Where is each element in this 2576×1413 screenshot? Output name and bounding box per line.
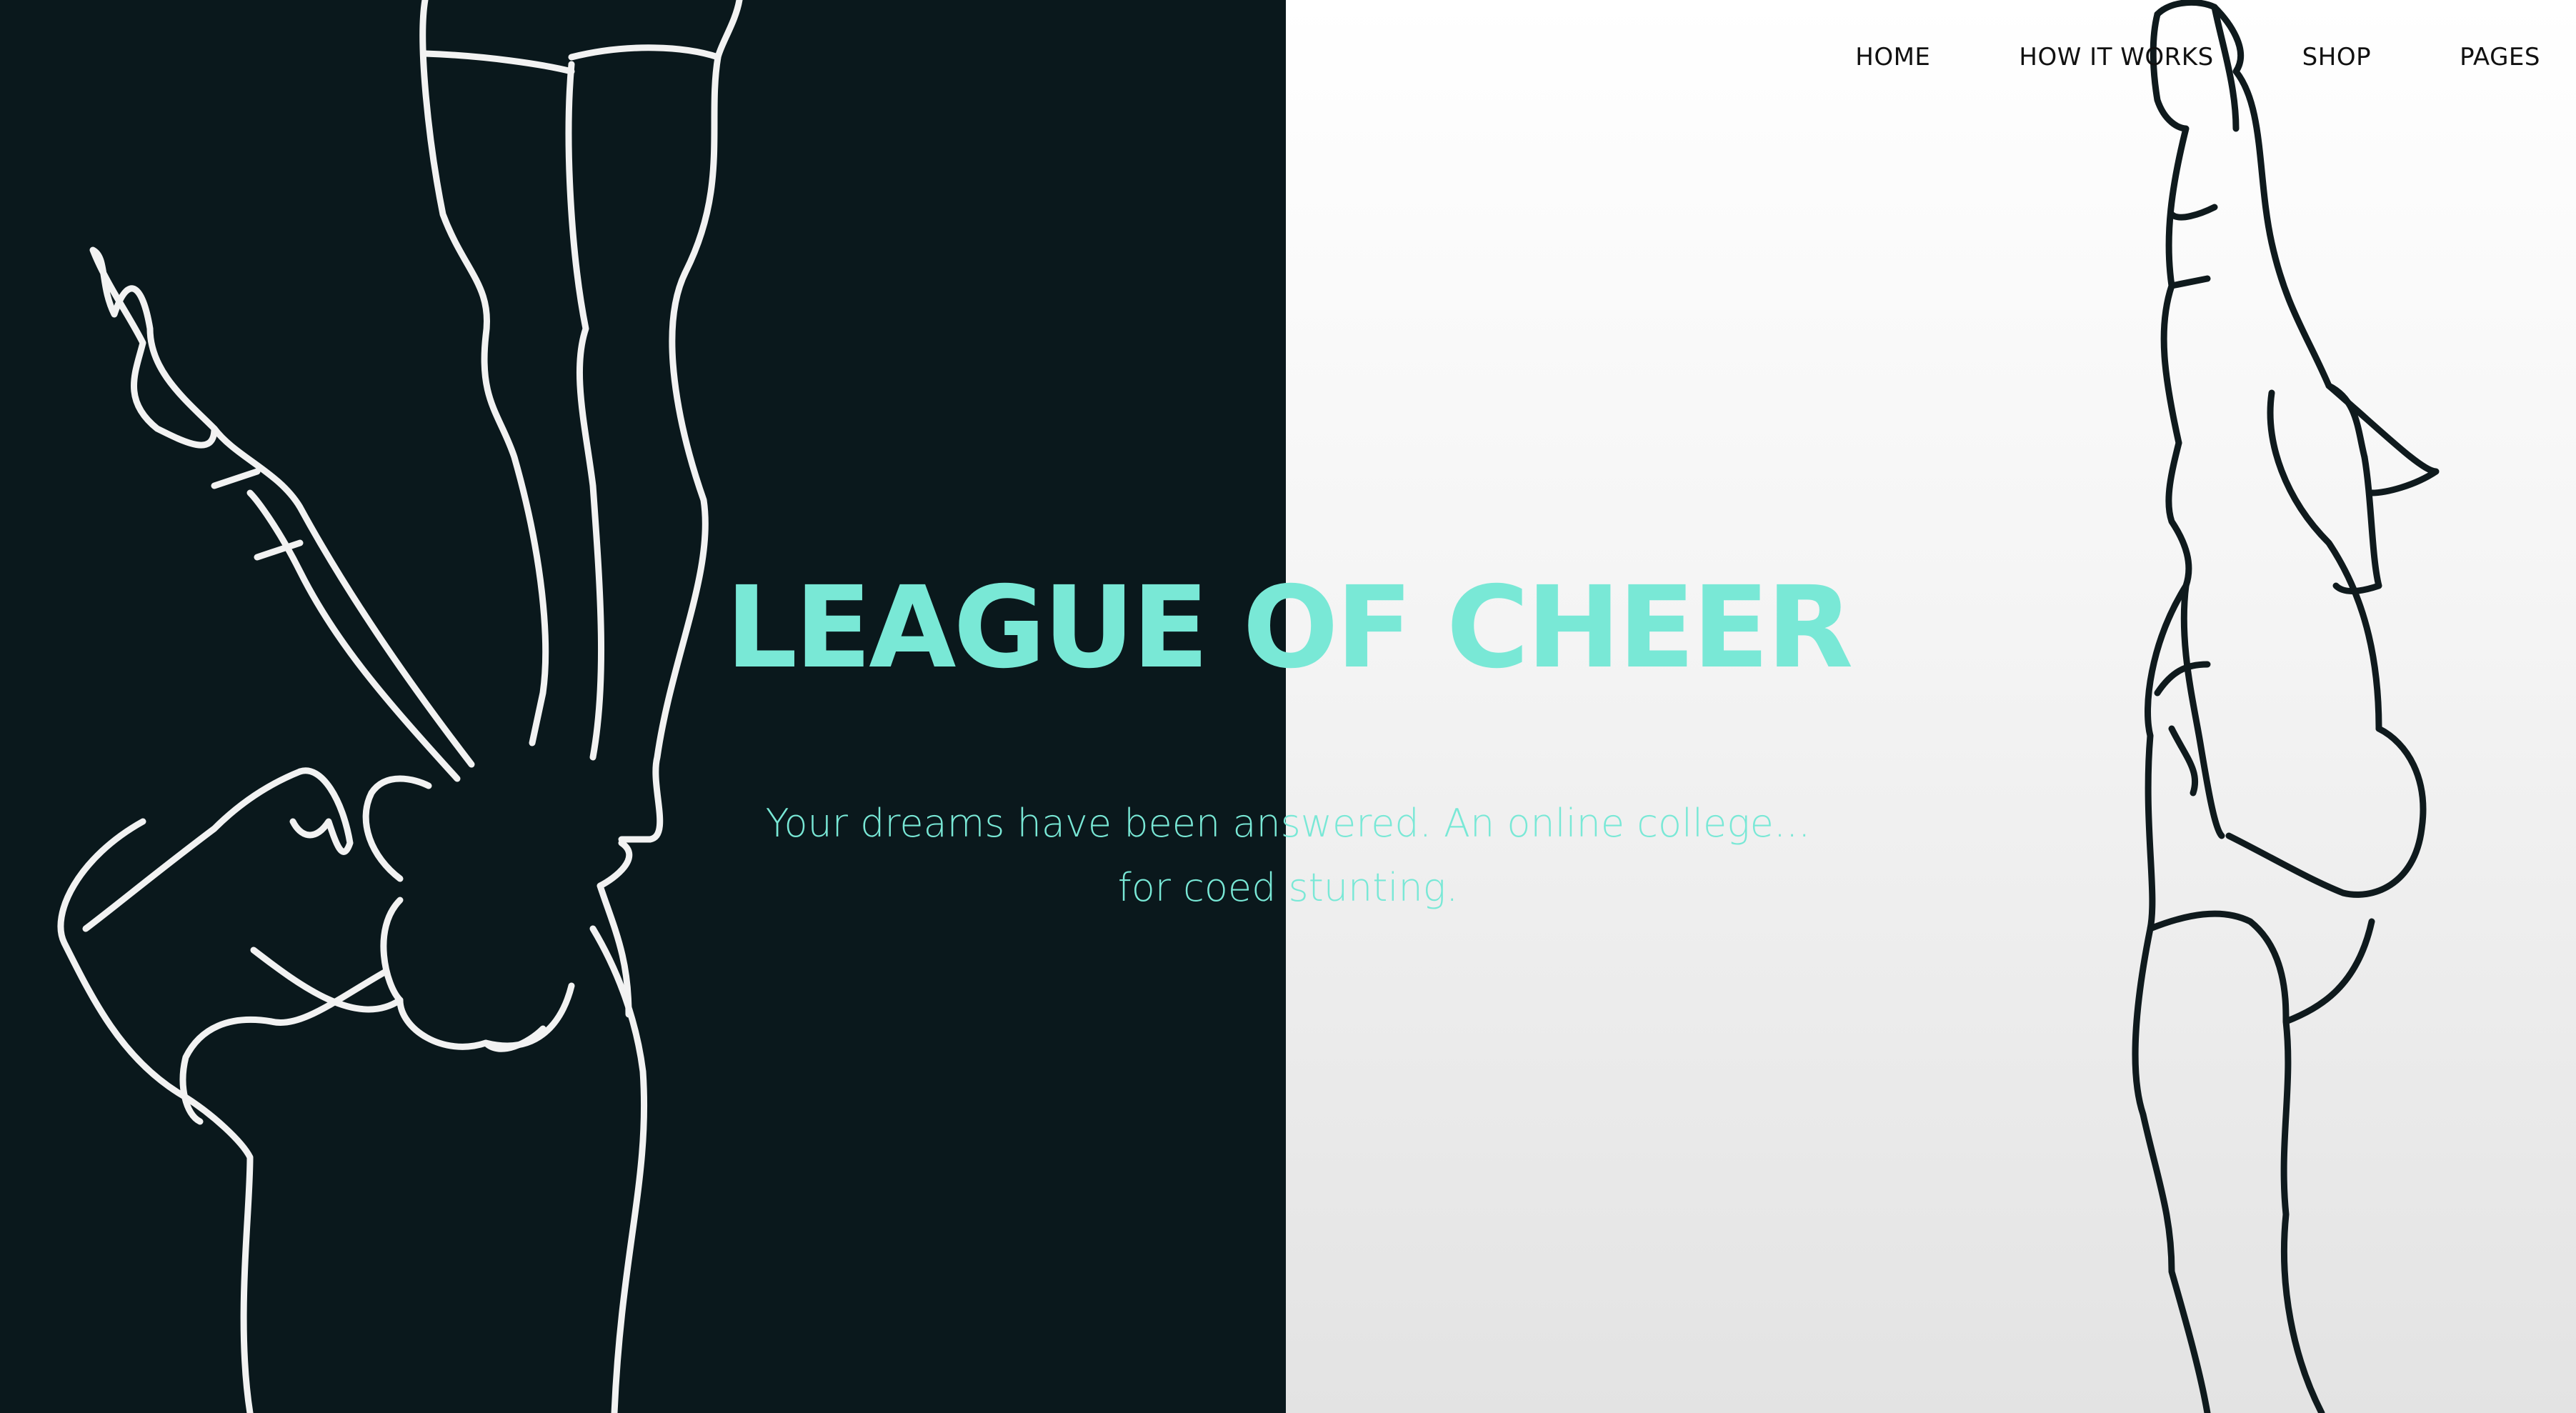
nav-how-it-works[interactable]: HOW IT WORKS (1930, 43, 2213, 71)
hero-subtitle-line1: Your dreams have been answered. An onlin… (765, 801, 1811, 846)
top-nav: HOME HOW IT WORKS SHOP PAGES (1767, 43, 2540, 71)
nav-shop[interactable]: SHOP (2214, 43, 2371, 71)
hero-section: LEAGUE OF CHEER Your dreams have been an… (0, 571, 2576, 920)
hero-title: LEAGUE OF CHEER (725, 562, 1854, 694)
hero-subtitle: Your dreams have been answered. An onlin… (681, 792, 1895, 920)
nav-pages[interactable]: PAGES (2371, 43, 2540, 71)
hero-page: HOME HOW IT WORKS SHOP PAGES LEAGUE OF C… (0, 0, 2576, 1413)
nav-home[interactable]: HOME (1767, 43, 1930, 71)
hero-subtitle-line2: for coed stunting. (1117, 865, 1459, 910)
